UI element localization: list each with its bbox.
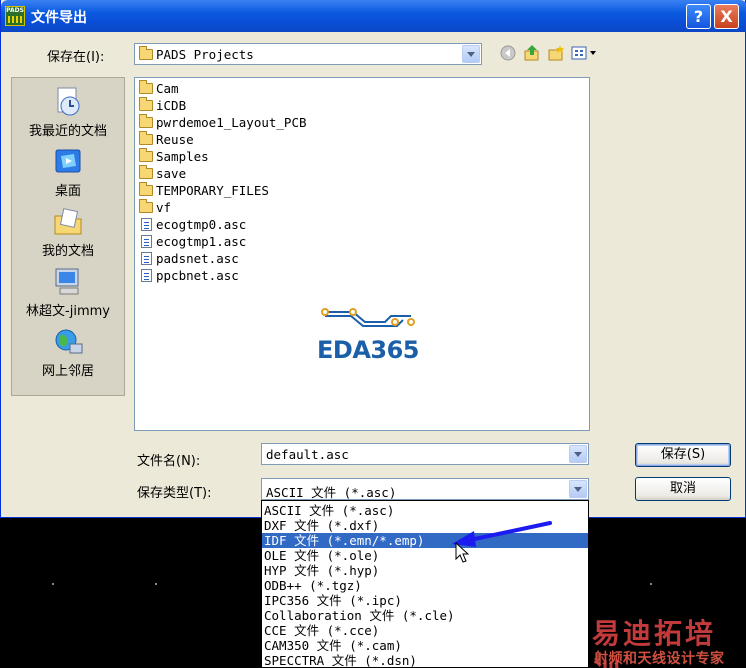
help-button[interactable]: ? [686, 4, 711, 29]
place-label: 我的文档 [41, 244, 94, 259]
cancel-button[interactable]: 取消 [635, 477, 731, 501]
place-desktop[interactable]: 桌面 [12, 146, 124, 199]
folder-icon [139, 199, 153, 213]
window-title: 文件导出 [31, 10, 87, 26]
place-label: 我最近的文档 [28, 124, 107, 139]
filetype-option[interactable]: HYP 文件 (*.hyp) [262, 563, 588, 578]
folder-icon [139, 131, 153, 145]
folder-icon [139, 46, 153, 60]
my-documents-icon [52, 206, 84, 238]
folder-icon [139, 148, 153, 162]
new-folder-icon[interactable] [547, 44, 565, 62]
file-item[interactable]: ecogtmp0.asc [139, 217, 246, 234]
asc-file-icon [141, 252, 152, 265]
filetype-option[interactable]: Collaboration 文件 (*.cle) [262, 608, 588, 623]
folder-item[interactable]: iCDB [139, 97, 186, 115]
background-dot [650, 583, 652, 585]
chevron-down-icon[interactable] [569, 480, 587, 498]
filetype-option[interactable]: CAM350 文件 (*.cam) [262, 638, 588, 653]
back-icon[interactable] [499, 44, 517, 62]
up-folder-icon[interactable] [523, 44, 541, 62]
place-label: 桌面 [54, 184, 81, 199]
asc-file-icon [141, 218, 152, 231]
filetype-option[interactable]: SPECCTRA 文件 (*.dsn) [262, 653, 588, 668]
filetype-value: ASCII 文件 (*.asc) [266, 485, 397, 500]
asc-file-icon [141, 269, 152, 282]
folder-icon [139, 182, 153, 196]
asc-file-icon [141, 235, 152, 248]
logo-text: EDA365 [317, 336, 420, 364]
background-dot [52, 583, 54, 585]
views-menu-icon[interactable] [571, 44, 599, 62]
folder-item[interactable]: Samples [139, 148, 209, 166]
folder-icon [139, 114, 153, 128]
circuit-trace-icon [321, 308, 415, 327]
filename-input[interactable]: default.asc [261, 443, 589, 465]
folder-item[interactable]: vf [139, 199, 171, 217]
save-in-combo[interactable]: PADS Projects [134, 43, 482, 65]
file-item[interactable]: padsnet.asc [139, 251, 239, 268]
folder-icon [139, 165, 153, 179]
folder-item[interactable]: pwrdemoe1_Layout_PCB [139, 114, 307, 132]
desktop-icon [52, 146, 84, 178]
close-button[interactable]: X [714, 4, 739, 29]
filename-value: default.asc [266, 447, 349, 462]
place-label: 网上邻居 [41, 364, 94, 379]
chevron-down-icon[interactable] [462, 45, 480, 63]
recent-documents-icon [52, 86, 84, 118]
filetype-label: 保存类型(T): [137, 486, 212, 501]
eda365-watermark-logo: EDA365 [313, 302, 443, 368]
place-my-documents[interactable]: 我的文档 [12, 206, 124, 259]
file-list[interactable]: Cam iCDB pwrdemoe1_Layout_PCB Reuse Samp… [134, 77, 590, 431]
filetype-select[interactable]: ASCII 文件 (*.asc) [261, 478, 589, 500]
file-export-dialog: PADS 文件导出 ? X 保存在(I): PADS Projects 我最近的… [0, 0, 746, 518]
filetype-option[interactable]: ODB++ (*.tgz) [262, 578, 588, 593]
place-label: 林超文-jimmy [26, 304, 110, 319]
save-in-label: 保存在(I): [47, 50, 105, 65]
my-computer-icon [52, 266, 84, 298]
places-bar: 我最近的文档 桌面 我的文档 林超文-jimmy 网上邻居 [11, 77, 125, 396]
folder-item[interactable]: Reuse [139, 131, 194, 149]
file-item[interactable]: ecogtmp1.asc [139, 234, 246, 251]
folder-icon [139, 97, 153, 111]
watermark-subtitle: 射频和天线设计专家 [594, 651, 725, 667]
place-network[interactable]: 网上邻居 [12, 326, 124, 379]
pads-app-icon: PADS [5, 6, 25, 26]
save-button[interactable]: 保存(S) [635, 443, 731, 467]
filetype-option[interactable]: IPC356 文件 (*.ipc) [262, 593, 588, 608]
network-places-icon [52, 326, 84, 358]
mouse-pointer-icon [455, 542, 470, 563]
folder-item[interactable]: TEMPORARY_FILES [139, 182, 269, 200]
place-my-computer[interactable]: 林超文-jimmy [12, 266, 124, 319]
training-watermark: 易迪拓培训 射频和天线设计专家 [590, 612, 746, 668]
save-in-value: PADS Projects [156, 47, 254, 62]
filename-label: 文件名(N): [137, 454, 201, 469]
folder-item[interactable]: save [139, 165, 186, 183]
folder-icon [139, 80, 153, 94]
background-dot [155, 583, 157, 585]
filetype-option[interactable]: CCE 文件 (*.cce) [262, 623, 588, 638]
chevron-down-icon[interactable] [569, 445, 587, 463]
folder-item[interactable]: Cam [139, 80, 179, 98]
file-item[interactable]: ppcbnet.asc [139, 268, 239, 285]
place-recent-documents[interactable]: 我最近的文档 [12, 86, 124, 139]
title-bar[interactable]: PADS 文件导出 ? X [1, 0, 746, 32]
